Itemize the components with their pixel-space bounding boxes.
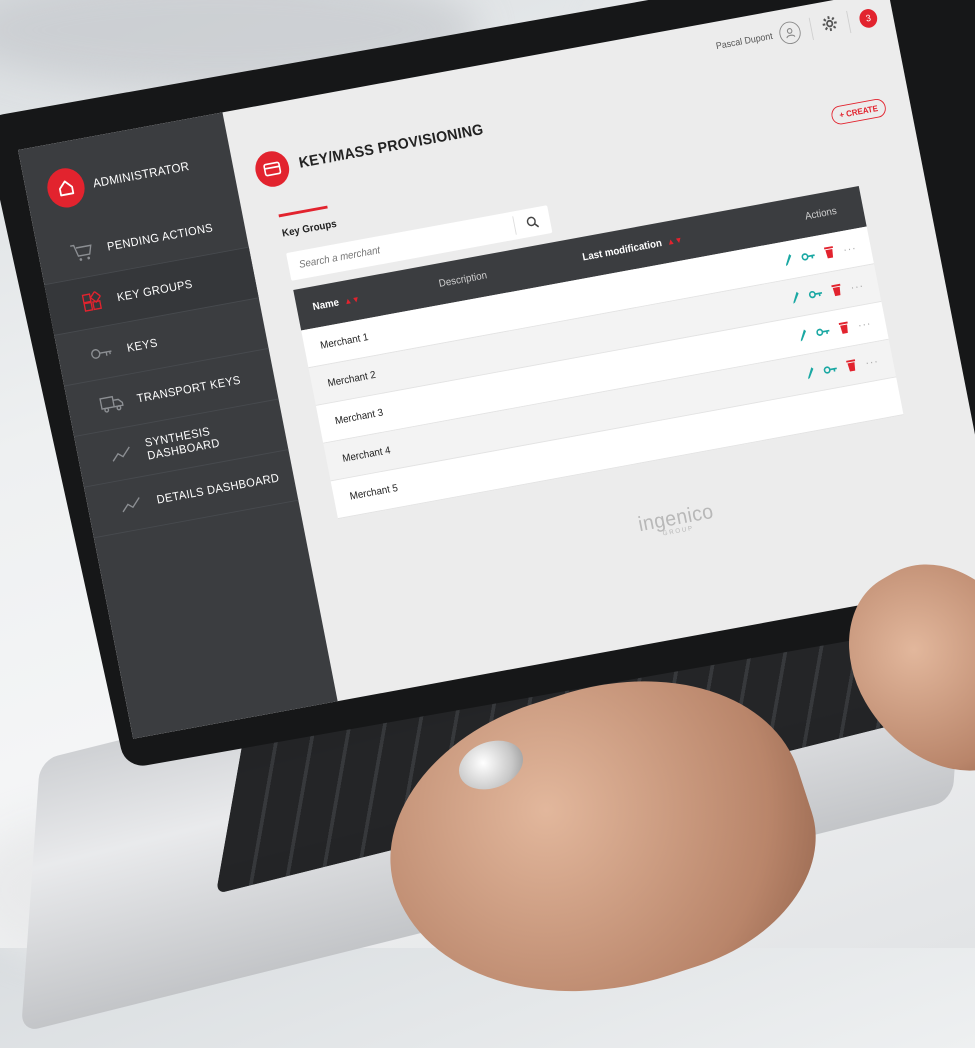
page-title: KEY/MASS PROVISIONING bbox=[297, 121, 485, 172]
tab-label: Key Groups bbox=[281, 218, 338, 240]
sort-icon[interactable]: ▲▼ bbox=[666, 235, 683, 247]
column-header-actions: Actions bbox=[804, 205, 838, 223]
sidebar-item-label: DETAILS DASHBOARD bbox=[155, 471, 281, 507]
notification-badge[interactable]: 3 bbox=[857, 7, 879, 30]
key-icon[interactable] bbox=[815, 326, 831, 338]
edit-icon[interactable] bbox=[783, 253, 794, 267]
search-icon[interactable] bbox=[514, 213, 551, 232]
row-actions: ··· bbox=[785, 352, 894, 384]
card-icon bbox=[252, 148, 293, 190]
topbar-divider bbox=[846, 10, 852, 34]
gear-icon[interactable] bbox=[820, 13, 840, 37]
topbar-divider bbox=[808, 17, 814, 40]
key-icon[interactable] bbox=[801, 250, 817, 262]
delete-icon[interactable] bbox=[838, 320, 851, 335]
brand[interactable]: ADMINISTRATOR bbox=[43, 146, 193, 211]
tab-key-groups[interactable]: Key Groups bbox=[278, 205, 338, 242]
user-name: Pascal Dupont bbox=[715, 30, 774, 52]
sidebar-item-label: PENDING ACTIONS bbox=[106, 221, 215, 254]
ingenico-logo: ingenico GROUP bbox=[636, 499, 716, 541]
avatar[interactable] bbox=[777, 19, 803, 46]
cart-icon bbox=[67, 240, 97, 263]
sort-icon[interactable]: ▲▼ bbox=[343, 294, 360, 306]
delete-icon[interactable] bbox=[845, 358, 858, 373]
key-groups-icon bbox=[77, 290, 107, 315]
key-icon[interactable] bbox=[823, 364, 839, 376]
row-actions: ··· bbox=[763, 238, 872, 270]
more-icon[interactable]: ··· bbox=[864, 354, 880, 369]
column-header-label: Last modification bbox=[581, 237, 663, 264]
column-header-label: Name bbox=[311, 297, 341, 313]
user-icon bbox=[786, 28, 796, 39]
brand-label: ADMINISTRATOR bbox=[91, 158, 191, 190]
chart-line-icon bbox=[117, 495, 146, 515]
more-icon[interactable]: ··· bbox=[849, 279, 865, 294]
more-icon[interactable]: ··· bbox=[842, 241, 858, 256]
chart-line-icon bbox=[107, 444, 135, 463]
page-header: KEY/MASS PROVISIONING bbox=[252, 113, 486, 190]
key-icon bbox=[88, 344, 117, 362]
sidebar-item-label: KEY GROUPS bbox=[115, 277, 194, 305]
delete-icon[interactable] bbox=[830, 283, 843, 298]
more-icon[interactable]: ··· bbox=[857, 316, 873, 331]
sidebar-item-label: KEYS bbox=[125, 336, 159, 355]
edit-icon[interactable] bbox=[805, 366, 816, 380]
row-actions: ··· bbox=[770, 276, 879, 308]
edit-icon[interactable] bbox=[790, 290, 801, 304]
edit-icon[interactable] bbox=[798, 328, 809, 342]
row-actions bbox=[794, 396, 900, 416]
truck-icon bbox=[97, 392, 127, 415]
sidebar-item-label: TRANSPORT KEYS bbox=[135, 373, 242, 406]
key-icon[interactable] bbox=[808, 288, 824, 300]
row-actions: ··· bbox=[778, 314, 887, 346]
delete-icon[interactable] bbox=[823, 245, 836, 260]
home-icon bbox=[43, 165, 89, 211]
tab-active-indicator bbox=[278, 205, 328, 218]
create-button[interactable]: + CREATE bbox=[829, 97, 888, 126]
